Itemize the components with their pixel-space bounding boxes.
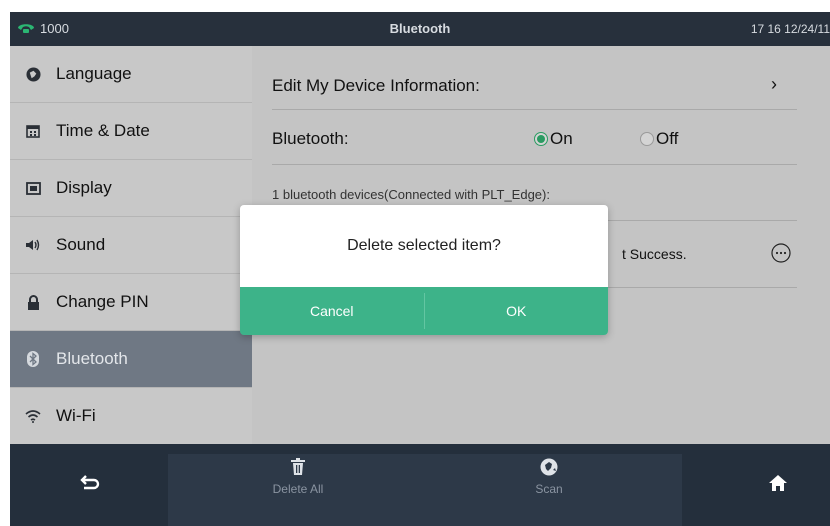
calendar-icon (25, 123, 41, 139)
dialog-buttons: Cancel OK (240, 287, 608, 335)
bluetooth-on-radio[interactable]: On (534, 129, 573, 149)
speaker-icon (25, 237, 41, 253)
off-label: Off (656, 129, 679, 148)
sidebar-item-display[interactable]: Display (10, 160, 252, 217)
ok-button[interactable]: OK (425, 287, 609, 335)
clock: 17 16 12/24/11 (750, 22, 830, 36)
sidebar-item-label: Sound (56, 235, 106, 254)
device-status: t Success. (622, 246, 687, 262)
trash-icon (291, 458, 305, 475)
settings-sidebar: Language Time & Date Display Sound Chang… (10, 46, 252, 445)
delete-confirm-dialog: Delete selected item? Cancel OK (240, 205, 608, 335)
bluetooth-toggle-row: Bluetooth: On Off (272, 110, 797, 165)
sidebar-item-change-pin[interactable]: Change PIN (10, 274, 252, 331)
radio-selected-icon (534, 132, 548, 146)
status-bar: 1000 Bluetooth 17 16 12/24/11 (10, 12, 830, 46)
scan-label: Scan (535, 482, 563, 496)
phone-screen: 1000 Bluetooth 17 16 12/24/11 Language T… (10, 12, 830, 526)
sidebar-item-time-date[interactable]: Time & Date (10, 103, 252, 160)
delete-all-button[interactable]: Delete All (266, 458, 330, 496)
sidebar-item-label: Time & Date (56, 121, 150, 140)
bluetooth-label: Bluetooth: (272, 129, 349, 148)
edit-device-label: Edit My Device Information: (272, 76, 480, 95)
radio-unselected-icon (640, 132, 654, 146)
scan-button[interactable]: Scan (524, 458, 574, 496)
bluetooth-icon (25, 351, 41, 367)
sidebar-item-wifi[interactable]: Wi-Fi (10, 388, 252, 445)
lock-icon (25, 294, 41, 310)
softkey-bar: Delete All Scan (10, 444, 830, 526)
sidebar-item-sound[interactable]: Sound (10, 217, 252, 274)
globe-icon (25, 66, 41, 82)
sidebar-item-label: Change PIN (56, 292, 149, 311)
sidebar-item-label: Wi-Fi (56, 406, 96, 425)
back-icon[interactable] (80, 474, 100, 497)
edit-device-row[interactable]: Edit My Device Information: › (272, 46, 797, 110)
globe-scan-icon (540, 458, 558, 476)
more-options-icon[interactable] (771, 243, 791, 268)
sidebar-item-label: Bluetooth (56, 349, 128, 368)
display-icon (25, 180, 41, 196)
sidebar-item-language[interactable]: Language (10, 46, 252, 103)
chevron-right-icon: › (771, 74, 777, 94)
on-label: On (550, 129, 573, 148)
sidebar-item-label: Language (56, 64, 132, 83)
wifi-icon (25, 408, 41, 424)
sidebar-item-label: Display (56, 178, 112, 197)
home-icon[interactable] (768, 474, 788, 497)
devices-info-text: 1 bluetooth devices(Connected with PLT_E… (272, 187, 550, 202)
page-title: Bluetooth (389, 21, 451, 36)
bluetooth-off-radio[interactable]: Off (640, 129, 678, 149)
cancel-button[interactable]: Cancel (240, 287, 424, 335)
dialog-message: Delete selected item? (240, 205, 608, 287)
delete-all-label: Delete All (272, 482, 324, 496)
sidebar-item-bluetooth[interactable]: Bluetooth (10, 331, 252, 388)
softkey-center-area (168, 454, 682, 526)
